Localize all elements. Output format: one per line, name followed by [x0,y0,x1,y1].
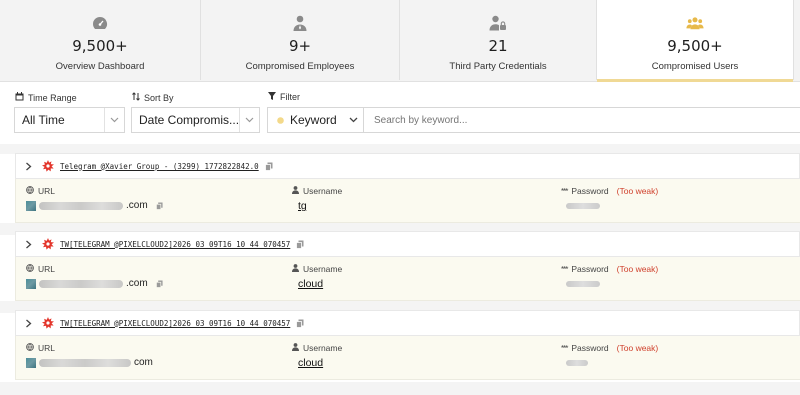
stat-value: 9+ [288,37,312,55]
tab-compromised-employees[interactable]: 9+ Compromised Employees [201,0,400,80]
username-value[interactable]: cloud [298,278,323,290]
sort-icon [132,92,140,103]
tab-empty [794,0,800,80]
site-favicon [26,278,36,289]
time-range-label: Time Range [15,92,77,103]
user-lock-icon [489,14,507,32]
password-column-label: *** Password (Too weak) [561,343,659,353]
search-input[interactable] [363,107,800,133]
globe-icon [26,264,34,274]
user-icon [292,264,299,274]
record-header[interactable]: TW[TELEGRAM @PIXELCLOUD2]2026 03 09T16 1… [15,231,800,257]
gauge-icon [91,14,109,32]
chevron-right-icon[interactable] [25,240,37,249]
copy-icon[interactable] [264,162,273,171]
malware-icon [42,317,54,329]
password-strength-badge: (Too weak) [616,343,659,353]
filter-bar: Time Range All Time Sort By Date Comprom… [0,82,800,142]
asterisk-icon: *** [561,264,568,274]
blurred-password [566,281,600,287]
password-column-label: *** Password (Too weak) [561,264,659,274]
blurred-password [566,203,600,209]
copy-icon[interactable] [296,240,304,249]
globe-icon [26,186,34,196]
record-title[interactable]: TW[TELEGRAM @PIXELCLOUD2]2026 03 09T16 1… [60,319,290,328]
stat-label: Overview Dashboard [55,61,145,72]
blurred-url [39,279,123,288]
password-column-label: *** Password (Too weak) [561,186,659,196]
record-header[interactable]: Telegram @Xavier Group - (3299) 17728228… [15,153,800,179]
site-favicon [26,200,36,211]
chevron-right-icon[interactable] [25,319,37,328]
tab-compromised-users[interactable]: 9,500+ Compromised Users [597,0,794,82]
time-range-select[interactable]: All Time [14,107,125,133]
chevron-down-icon [239,108,259,132]
filter-label: Filter [268,92,300,102]
username-value[interactable]: cloud [298,357,323,369]
stats-tabs: 9,500+ Overview Dashboard 9+ Compromised… [0,0,800,82]
users-group-icon [686,14,704,32]
stat-value: 9,500+ [72,37,128,55]
user-icon [292,343,299,353]
copy-icon[interactable] [155,202,163,210]
stat-label: Compromised Employees [245,61,355,72]
employee-icon [291,14,309,32]
url-column-label: URL [26,343,55,353]
record-title[interactable]: Telegram @Xavier Group - (3299) 17728228… [60,162,259,171]
site-favicon [26,357,36,368]
url-column-label: URL [26,264,55,274]
record-title[interactable]: TW[TELEGRAM @PIXELCLOUD2]2026 03 09T16 1… [60,240,290,249]
tab-overview-dashboard[interactable]: 9,500+ Overview Dashboard [0,0,201,80]
url-value: com [26,357,153,368]
tab-third-party-credentials[interactable]: 21 Third Party Credentials [400,0,597,80]
funnel-icon [268,92,276,102]
username-column-label: Username [292,186,342,196]
url-value: .com [26,200,163,211]
calendar-icon [15,92,24,103]
malware-icon [42,160,54,172]
blurred-url [39,201,123,210]
copy-icon[interactable] [296,319,304,328]
password-strength-badge: (Too weak) [616,186,659,196]
asterisk-icon: *** [561,186,568,196]
stat-label: Compromised Users [651,61,739,72]
blurred-password [566,360,588,366]
username-column-label: Username [292,343,342,353]
globe-icon [26,343,34,353]
stat-value: 21 [488,37,508,55]
record-details: URL Username *** Password (Too weak) com… [15,336,800,380]
stat-value: 9,500+ [667,37,723,55]
record-details: URL Username *** Password (Too weak) .co… [15,179,800,223]
filter-type-select[interactable]: Keyword [267,107,364,133]
record-details: URL Username *** Password (Too weak) .co… [15,257,800,301]
keyword-dot-icon [277,116,284,124]
sort-by-select[interactable]: Date Compromis... [131,107,260,133]
user-icon [292,186,299,196]
chevron-down-icon [104,108,124,132]
url-column-label: URL [26,186,55,196]
record-header[interactable]: TW[TELEGRAM @PIXELCLOUD2]2026 03 09T16 1… [15,310,800,336]
malware-icon [42,238,54,250]
list-footer [0,382,800,395]
chevron-right-icon[interactable] [25,162,37,171]
stat-label: Third Party Credentials [449,61,547,72]
url-value: .com [26,278,163,289]
blurred-url [39,358,131,367]
username-column-label: Username [292,264,342,274]
chevron-down-icon [343,108,363,132]
password-strength-badge: (Too weak) [616,264,659,274]
copy-icon[interactable] [155,280,163,288]
sort-by-label: Sort By [132,92,174,103]
asterisk-icon: *** [561,343,568,353]
username-value[interactable]: tg [298,200,307,212]
